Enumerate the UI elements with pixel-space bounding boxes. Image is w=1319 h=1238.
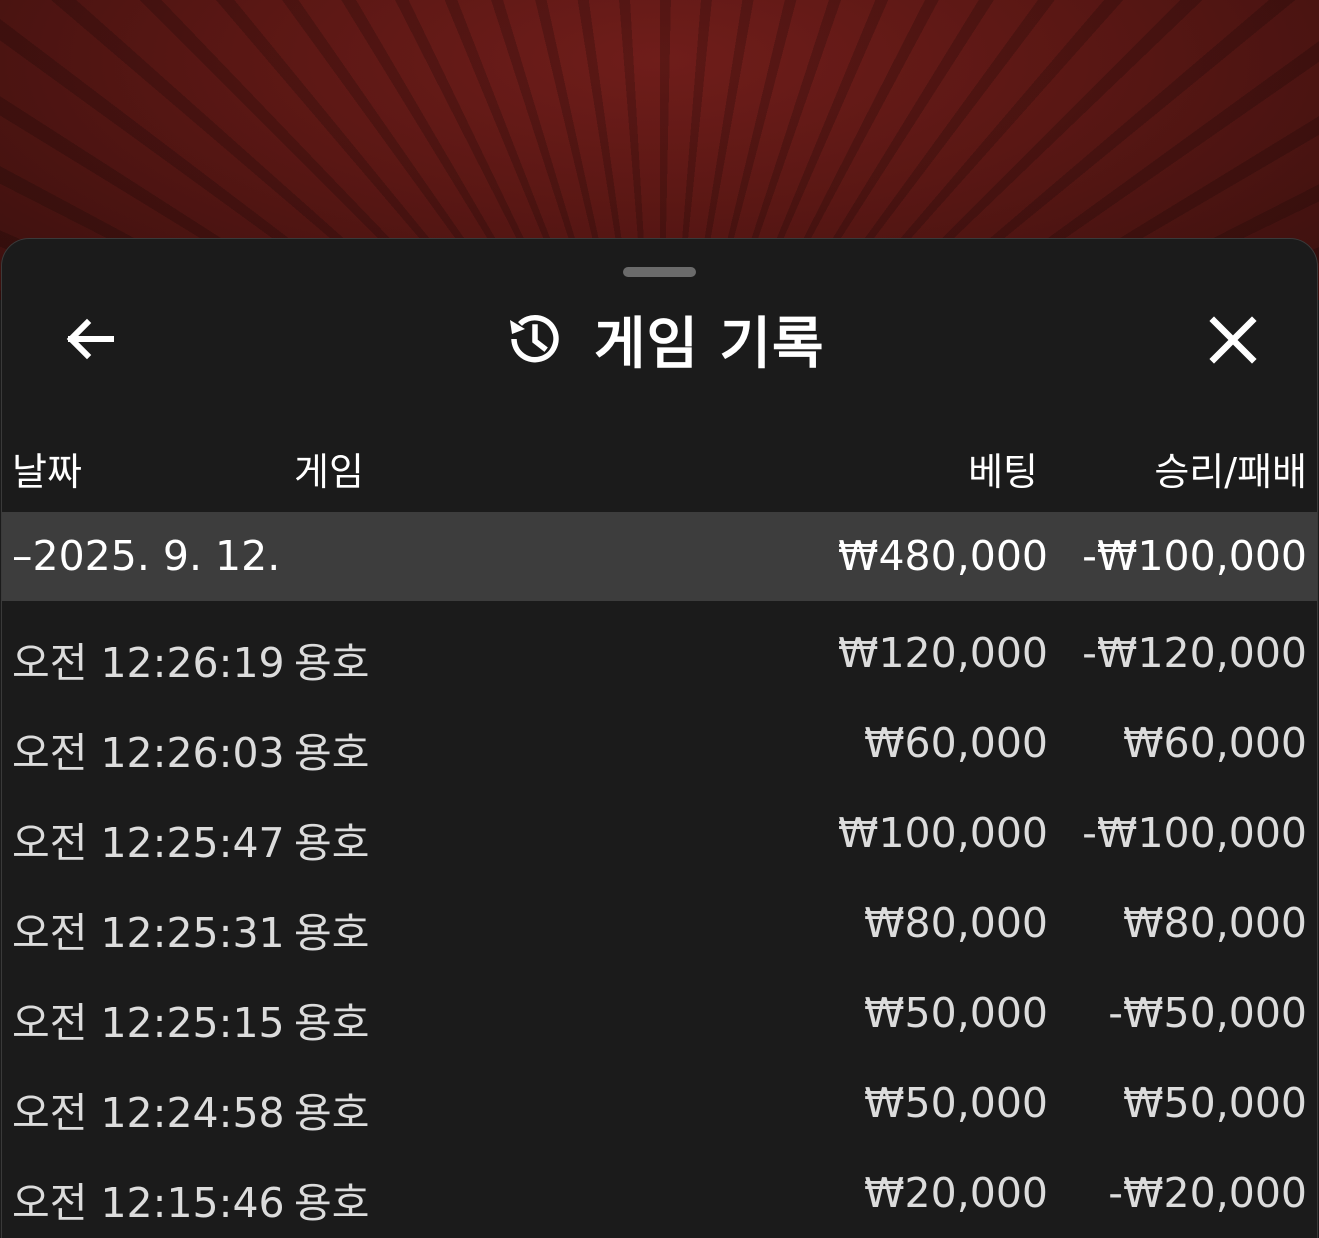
row-result: -₩120,000 [1082,629,1307,677]
row-bet: ₩100,000 [837,809,1048,857]
row-time: 오전 12:26:03 [12,729,285,777]
row-result: ₩60,000 [1123,719,1307,767]
row-time: 오전 12:25:15 [12,999,285,1047]
header-title-group: 게임 기록 [502,301,825,377]
row-game: 용호 [294,1179,370,1227]
back-button[interactable] [54,309,124,369]
column-header-game: 게임 [294,450,364,494]
page-title: 게임 기록 [594,311,825,377]
table-row[interactable]: 오전 12:26:19 용호 ₩120,000 -₩120,000 [2,609,1317,699]
row-time: 오전 12:25:31 [12,909,285,957]
row-bet: ₩80,000 [864,899,1048,947]
row-bet: ₩120,000 [837,629,1048,677]
row-bet: ₩50,000 [864,1079,1048,1127]
column-header-bet: 베팅 [968,450,1038,494]
row-time: 오전 12:24:58 [12,1089,285,1137]
row-game: 용호 [294,999,370,1047]
column-header-result: 승리/패배 [1154,450,1307,494]
table-row[interactable]: 오전 12:15:46 용호 ₩20,000 -₩20,000 [2,1149,1317,1238]
game-history-sheet: 게임 기록 날짜 게임 베팅 승리/패배 –2025. 9. 12. ₩480,… [1,238,1318,1238]
group-date: –2025. 9. 12. [12,532,281,580]
group-result-total: -₩100,000 [1082,532,1307,580]
date-group-row[interactable]: –2025. 9. 12. ₩480,000 -₩100,000 [2,512,1317,601]
row-time: 오전 12:25:47 [12,819,285,867]
row-bet: ₩50,000 [864,989,1048,1037]
row-game: 용호 [294,819,370,867]
row-game: 용호 [294,639,370,687]
table-row[interactable]: 오전 12:26:03 용호 ₩60,000 ₩60,000 [2,699,1317,789]
table-row[interactable]: 오전 12:25:47 용호 ₩100,000 -₩100,000 [2,789,1317,879]
table-row[interactable]: 오전 12:25:15 용호 ₩50,000 -₩50,000 [2,969,1317,1059]
row-bet: ₩20,000 [864,1169,1048,1217]
column-header-date: 날짜 [12,450,82,494]
row-result: -₩20,000 [1108,1169,1307,1217]
table-row[interactable]: 오전 12:24:58 용호 ₩50,000 ₩50,000 [2,1059,1317,1149]
close-icon [1209,316,1257,364]
row-game: 용호 [294,909,370,957]
row-result: -₩100,000 [1082,809,1307,857]
row-result: ₩80,000 [1123,899,1307,947]
table-header: 날짜 게임 베팅 승리/패배 [2,429,1317,509]
close-button[interactable] [1198,305,1268,375]
row-time: 오전 12:15:46 [12,1179,285,1227]
row-game: 용호 [294,1089,370,1137]
row-result: -₩50,000 [1108,989,1307,1037]
history-list: 오전 12:26:19 용호 ₩120,000 -₩120,000 오전 12:… [2,609,1317,1238]
row-bet: ₩60,000 [864,719,1048,767]
group-bet-total: ₩480,000 [837,532,1048,580]
row-result: ₩50,000 [1123,1079,1307,1127]
sheet-drag-handle[interactable] [623,267,696,277]
history-icon [510,315,559,363]
table-row[interactable]: 오전 12:25:31 용호 ₩80,000 ₩80,000 [2,879,1317,969]
row-game: 용호 [294,729,370,777]
arrow-left-icon [66,318,114,360]
row-time: 오전 12:26:19 [12,639,285,687]
